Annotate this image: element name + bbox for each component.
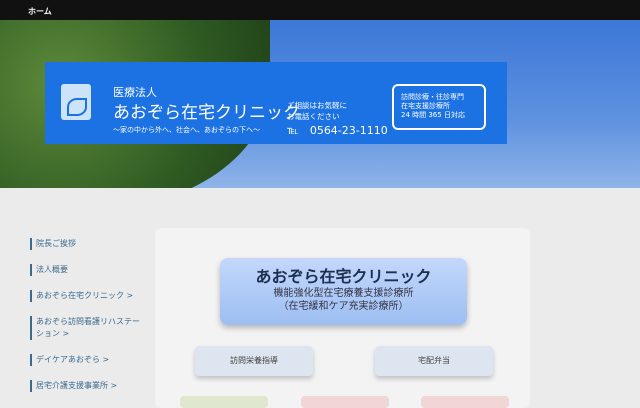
main-panel: あおぞら在宅クリニック 機能強化型在宅療養支援診療所 （在宅緩和ケア充実診療所）…	[155, 228, 530, 408]
sidebar-item-nursing[interactable]: あおぞら訪問看護リハステーション >	[30, 316, 145, 340]
slogan: ～家の中から外へ、社会へ、あおぞらの下へ～	[113, 126, 260, 134]
stub-box[interactable]	[180, 396, 268, 408]
sidebar-item-clinic[interactable]: あおぞら在宅クリニック >	[30, 290, 145, 302]
clinic-banner[interactable]: 医療法人 あおぞら在宅クリニック ～家の中から外へ、社会へ、あおぞらの下へ～ ご…	[45, 62, 507, 144]
nav-home[interactable]: ホーム	[28, 7, 52, 16]
nutrition-button[interactable]: 訪問栄養指導	[195, 346, 313, 376]
sidebar-item-care-support[interactable]: 居宅介護支援事業所 >	[30, 380, 145, 392]
top-nav: ホーム	[0, 0, 640, 20]
consult-text: ご相談はお気軽に お電話ください	[287, 101, 347, 121]
sidebar-item-greeting[interactable]: 院長ご挨拶	[30, 238, 145, 250]
clinic-card[interactable]: あおぞら在宅クリニック 機能強化型在宅療養支援診療所 （在宅緩和ケア充実診療所）	[220, 258, 467, 325]
meal-delivery-button[interactable]: 宅配弁当	[375, 346, 493, 376]
card-sub2: （在宅緩和ケア充実診療所）	[278, 301, 409, 312]
sidebar: 院長ご挨拶 法人概要 あおぞら在宅クリニック > あおぞら訪問看護リハステーショ…	[30, 238, 145, 406]
card-title: あおぞら在宅クリニック	[255, 267, 432, 286]
card-sub1: 機能強化型在宅療養支援診療所	[273, 288, 414, 299]
clinic-logo-icon	[61, 84, 91, 120]
phone: ℡ 0564-23-1110	[287, 124, 388, 137]
stub-box[interactable]	[301, 396, 389, 408]
service-box: 訪問診療・往診専門 在宅支援診療所 24 時間 365 日対応	[392, 84, 486, 130]
sidebar-item-overview[interactable]: 法人概要	[30, 264, 145, 276]
hero: 医療法人 あおぞら在宅クリニック ～家の中から外へ、社会へ、あおぞらの下へ～ ご…	[0, 20, 640, 188]
stub-box[interactable]	[421, 396, 509, 408]
sidebar-item-daycare[interactable]: デイケアあおぞら >	[30, 354, 145, 366]
clinic-name: あおぞら在宅クリニック	[113, 103, 300, 123]
